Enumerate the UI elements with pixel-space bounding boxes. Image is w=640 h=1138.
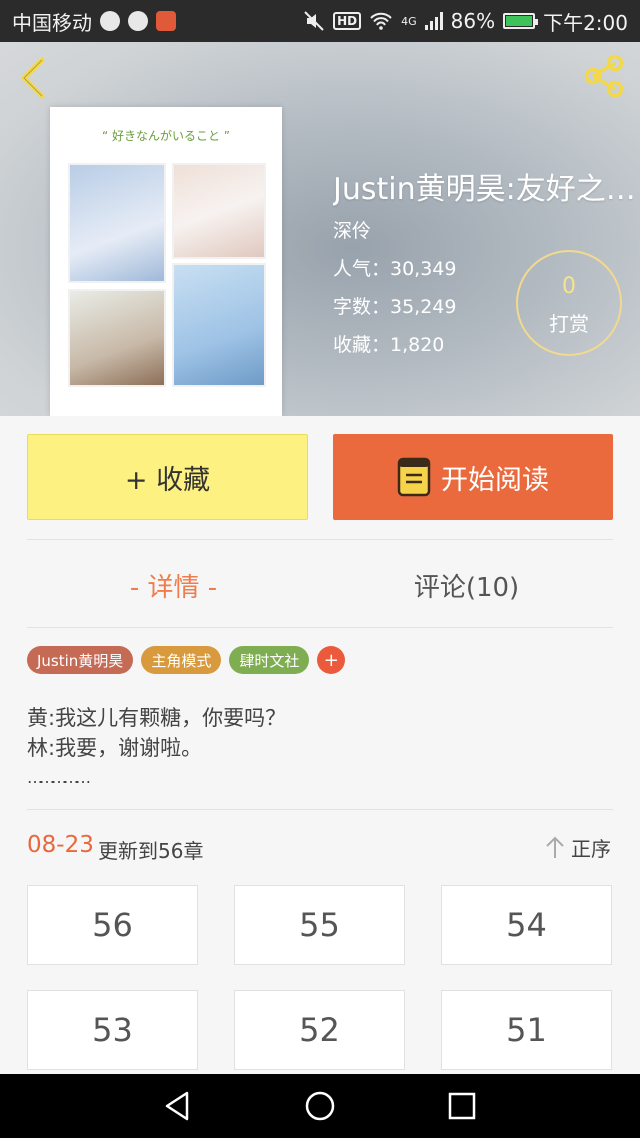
cover-photo (68, 289, 166, 387)
cover-photo (172, 263, 266, 387)
favorite-label: + 收藏 (124, 464, 211, 496)
clock: 下午2:00 (543, 10, 628, 35)
book-cover[interactable]: “ 好きなんがいること ” (50, 107, 282, 416)
chapter-button[interactable]: 54 (441, 885, 612, 965)
synopsis-line: 林:我要，谢谢啦。 (27, 736, 203, 760)
favorites-stat: 收藏：1,820 (333, 334, 445, 356)
tab-detail[interactable]: - 详情 - (27, 560, 320, 610)
tag-chip[interactable]: 肆时文社 (229, 646, 310, 674)
battery-icon (503, 13, 539, 29)
nav-home-icon[interactable] (302, 1088, 338, 1124)
sort-order-button[interactable]: 正序 (545, 834, 611, 861)
synopsis-line: …………… (27, 768, 91, 787)
cover-caption: “ 好きなんがいること ” (101, 129, 231, 143)
update-date: 08-23 (27, 832, 94, 858)
cover-photo (172, 163, 266, 259)
chapter-button[interactable]: 52 (234, 990, 405, 1070)
book-icon (397, 457, 431, 497)
chapter-number: 53 (92, 1011, 133, 1049)
chapter-number: 52 (299, 1011, 340, 1049)
chapter-button[interactable]: 53 (27, 990, 198, 1070)
divider (27, 539, 613, 540)
chapter-number: 54 (506, 906, 547, 944)
add-to-favorites-button[interactable]: + 收藏 (27, 434, 308, 520)
nav-recents-icon[interactable] (444, 1088, 480, 1124)
divider (27, 809, 613, 810)
wechat-icon (100, 11, 120, 31)
tip-label: 打赏 (549, 312, 589, 336)
book-header: “ 好きなんがいること ” Justin黄明昊:友好之… 深伶 人气：30,34… (0, 42, 640, 416)
book-title: Justin黄明昊:友好之… (333, 172, 636, 207)
mute-icon (304, 11, 324, 31)
divider (27, 627, 613, 628)
tab-detail-label: - 详情 - (129, 572, 218, 603)
tab-comments[interactable]: 评论(10) (320, 560, 613, 610)
signal-icon (424, 12, 443, 30)
popularity-stat: 人气：30,349 (333, 258, 457, 280)
nav-back-icon[interactable] (160, 1088, 196, 1124)
cover-photo (68, 163, 166, 283)
system-nav-bar (0, 1074, 640, 1138)
tag-chip[interactable]: 主角模式 (141, 646, 222, 674)
chapter-number: 56 (92, 906, 133, 944)
weibo-icon (128, 11, 148, 31)
chapter-number: 55 (299, 906, 340, 944)
sort-order-label: 正序 (571, 836, 611, 861)
chapter-button[interactable]: 55 (234, 885, 405, 965)
word-count-stat: 字数：35,249 (333, 296, 457, 318)
network-type: 4G (401, 14, 417, 28)
battery-percent: 86% (450, 9, 496, 33)
tip-count: 0 (562, 274, 576, 299)
tag-chip[interactable]: Justin黄明昊 (27, 646, 134, 674)
chapter-button[interactable]: 51 (441, 990, 612, 1070)
mail-icon (156, 11, 176, 31)
chapter-button[interactable]: 56 (27, 885, 198, 965)
synopsis[interactable]: 黄:我这儿有颗糖，你要吗？ 林:我要，谢谢啦。 …………… (27, 703, 286, 793)
wifi-icon (370, 12, 392, 30)
synopsis-line: 黄:我这儿有颗糖，你要吗？ (27, 706, 287, 730)
share-icon[interactable] (580, 52, 628, 100)
tag-list: Justin黄明昊 主角模式 肆时文社 + (27, 646, 346, 674)
arrow-up-icon (546, 836, 564, 858)
update-status: 更新到56章 (98, 839, 204, 863)
chapter-number: 51 (506, 1011, 547, 1049)
hd-badge: HD (333, 12, 362, 30)
status-bar: 中国移动 HD 4G 86% 下午2:00 (0, 0, 640, 42)
carrier-label: 中国移动 (12, 10, 92, 35)
author-name[interactable]: 深伶 (333, 216, 371, 243)
start-reading-label: 开始阅读 (441, 464, 549, 496)
add-tag-button[interactable]: + (317, 646, 346, 674)
start-reading-button[interactable]: 开始阅读 (333, 434, 613, 520)
back-icon[interactable] (14, 54, 54, 102)
tip-button[interactable]: 0 打赏 (516, 250, 622, 356)
tab-comments-label: 评论(10) (413, 572, 520, 603)
